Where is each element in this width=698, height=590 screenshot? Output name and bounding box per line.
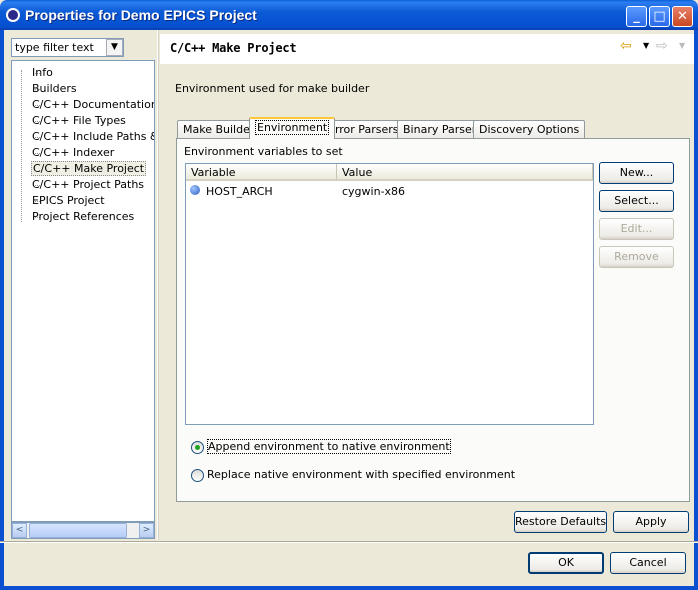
ok-button[interactable]: OK bbox=[528, 552, 604, 574]
column-header-value[interactable]: Value bbox=[337, 164, 593, 181]
replace-environment-radio[interactable] bbox=[191, 469, 204, 482]
apply-button[interactable]: Apply bbox=[613, 511, 689, 533]
tree-horizontal-scrollbar[interactable]: < > bbox=[11, 522, 155, 539]
tree-item-info[interactable]: Info bbox=[31, 65, 54, 80]
restore-defaults-button[interactable]: Restore Defaults bbox=[514, 511, 607, 533]
eclipse-app-icon bbox=[6, 8, 20, 22]
page-title: C/C++ Make Project bbox=[170, 41, 297, 55]
new-button[interactable]: New... bbox=[599, 162, 674, 184]
scroll-left-button[interactable]: < bbox=[12, 523, 27, 538]
page-description: Environment used for make builder bbox=[175, 82, 370, 95]
scroll-right-button[interactable]: > bbox=[139, 523, 154, 538]
edit-button[interactable]: Edit... bbox=[599, 218, 674, 240]
dialog-separator bbox=[0, 541, 698, 543]
window-frame-bottom bbox=[0, 586, 698, 590]
scroll-thumb[interactable] bbox=[29, 523, 127, 538]
tree-connector-vertical bbox=[21, 70, 22, 222]
filter-dropdown-button[interactable]: ▼ bbox=[106, 39, 123, 56]
tab-make-builder[interactable]: Make Builder bbox=[177, 120, 261, 138]
tree-item-cpp-include-paths[interactable]: C/C++ Include Paths & Sy bbox=[31, 129, 154, 144]
select-button[interactable]: Select... bbox=[599, 190, 674, 212]
tree-item-project-references[interactable]: Project References bbox=[31, 209, 135, 224]
property-tree: Info Builders C/C++ Documentation C/C++ … bbox=[11, 60, 155, 522]
window-frame-left bbox=[0, 30, 4, 590]
back-history-dropdown-icon[interactable]: ▼ bbox=[643, 41, 649, 50]
minimize-button[interactable]: _ bbox=[626, 6, 647, 27]
table-row-variable[interactable]: HOST_ARCH bbox=[206, 183, 273, 200]
tree-item-builders[interactable]: Builders bbox=[31, 81, 78, 96]
window-frame-right bbox=[694, 30, 698, 590]
panel-sash[interactable] bbox=[157, 30, 159, 540]
column-header-variable[interactable]: Variable bbox=[186, 164, 337, 181]
tree-item-cpp-indexer[interactable]: C/C++ Indexer bbox=[31, 145, 115, 160]
cancel-button[interactable]: Cancel bbox=[610, 552, 686, 574]
tab-environment[interactable]: Environment bbox=[249, 117, 336, 139]
env-variable-icon bbox=[190, 185, 200, 195]
append-environment-radio[interactable] bbox=[191, 441, 204, 454]
forward-history-dropdown-icon[interactable]: ▼ bbox=[679, 41, 685, 50]
window-title: Properties for Demo EPICS Project bbox=[25, 7, 257, 23]
tab-binary-parser[interactable]: Binary Parser bbox=[397, 120, 483, 138]
tree-item-cpp-project-paths[interactable]: C/C++ Project Paths bbox=[31, 177, 145, 192]
tab-environment-label: Environment bbox=[255, 120, 330, 135]
tree-item-cpp-file-types[interactable]: C/C++ File Types bbox=[31, 113, 127, 128]
tree-item-cpp-documentation[interactable]: C/C++ Documentation bbox=[31, 97, 154, 112]
remove-button[interactable]: Remove bbox=[599, 246, 674, 268]
env-variables-table[interactable]: Variable Value HOST_ARCH cygwin-x86 bbox=[185, 163, 594, 425]
append-environment-text: Append environment to native environment bbox=[207, 439, 451, 454]
tab-discovery-options[interactable]: Discovery Options bbox=[473, 120, 586, 138]
forward-arrow-icon[interactable]: ⇨ bbox=[656, 38, 668, 54]
tree-item-cpp-make-project[interactable]: C/C++ Make Project bbox=[31, 161, 147, 176]
close-button[interactable]: ✕ bbox=[672, 6, 693, 27]
back-arrow-icon[interactable]: ⇦ bbox=[620, 38, 632, 54]
append-environment-label[interactable]: Append environment to native environment bbox=[207, 439, 451, 454]
replace-environment-label[interactable]: Replace native environment with specifie… bbox=[207, 468, 515, 481]
table-row-value[interactable]: cygwin-x86 bbox=[342, 183, 405, 200]
env-group-label: Environment variables to set bbox=[184, 145, 343, 158]
maximize-button[interactable]: □ bbox=[649, 6, 670, 27]
tree-item-epics-project[interactable]: EPICS Project bbox=[31, 193, 106, 208]
